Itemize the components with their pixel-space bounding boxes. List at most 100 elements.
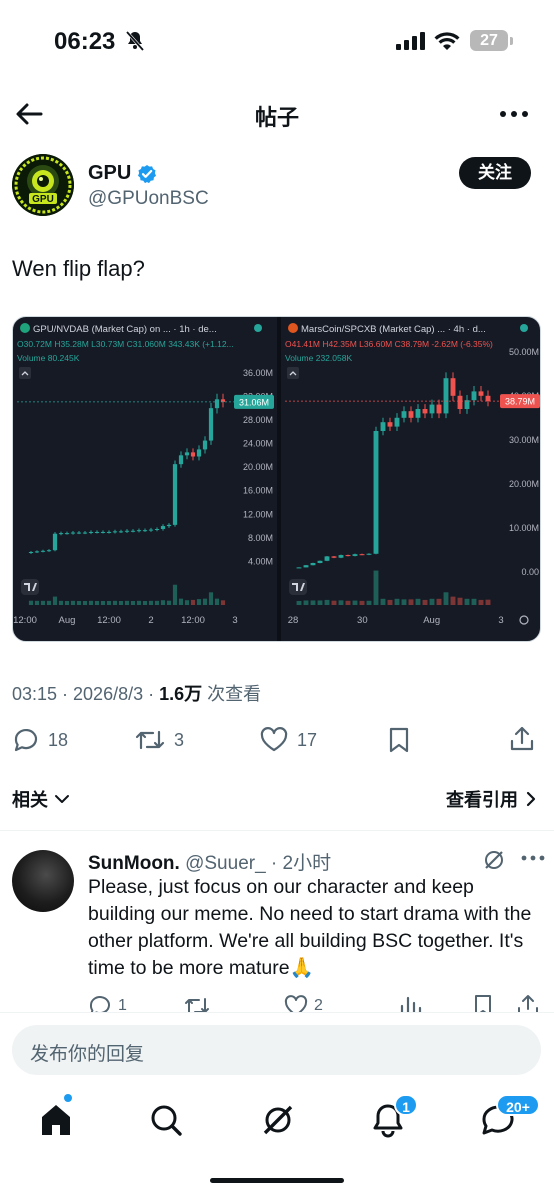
view-quotes-link[interactable]: 查看引用 [446, 786, 536, 812]
messages-badge: 20+ [496, 1094, 540, 1116]
bookmark-icon[interactable] [386, 726, 412, 754]
author-name-row[interactable]: GPU [88, 162, 157, 185]
volume-bar [387, 599, 393, 605]
y-tick-label: 30.00M [509, 435, 539, 445]
volume-bar [443, 592, 449, 605]
reply-composer: 发布你的回复 [0, 1012, 554, 1086]
chart-ohlc: O41.41M H42.35M L36.60M C38.79M -2.62M (… [285, 339, 493, 349]
reply-action[interactable]: 18 [12, 726, 68, 754]
volume-bar [324, 599, 330, 605]
volume-bar [154, 600, 160, 605]
reply-more-icon[interactable] [518, 846, 548, 870]
author-avatar[interactable]: GPU [12, 154, 74, 216]
author-name[interactable]: GPU [88, 162, 131, 185]
candle [208, 408, 214, 441]
repost-action[interactable]: 3 [134, 726, 184, 754]
candle [296, 567, 302, 569]
y-tick-label: 12.00M [243, 509, 273, 519]
y-tick-label: 20.00M [509, 479, 539, 489]
volume-bar [345, 600, 351, 605]
volume-bar [214, 598, 220, 605]
volume-bar [52, 596, 58, 605]
y-tick-label: 8.00M [248, 533, 273, 543]
home-icon[interactable] [36, 1100, 76, 1140]
share-icon[interactable] [508, 725, 536, 753]
volume-bar [160, 600, 166, 605]
search-icon[interactable] [146, 1100, 186, 1140]
collapse-button [19, 367, 31, 379]
candle [345, 555, 351, 557]
status-bar: 06:23 27 [0, 0, 554, 80]
volume-bar [148, 600, 154, 605]
candle [124, 530, 130, 532]
volume-bar [422, 599, 428, 605]
chart-ohlc: O30.72M H35.28M L30.73M C31.060M 343.43K… [17, 339, 234, 349]
volume-bar [34, 600, 40, 605]
candle [471, 391, 477, 401]
candle [443, 378, 449, 414]
volume-bar [485, 599, 491, 605]
heart-icon [260, 727, 288, 752]
view-count: 1.6万 [159, 684, 203, 704]
volume-bar [457, 597, 463, 605]
more-options-icon[interactable] [496, 100, 532, 128]
x-tick-label: 12:00 [97, 615, 121, 626]
candle [324, 556, 330, 561]
candle [338, 555, 344, 558]
candle [310, 563, 316, 566]
like-action[interactable]: 17 [259, 726, 317, 754]
reply-text: Please, just focus on our character and … [88, 876, 532, 979]
author-handle[interactable]: @GPUonBSC [88, 188, 209, 210]
volume-bar [70, 600, 76, 605]
like-count: 17 [297, 729, 318, 750]
follow-button[interactable]: 关注 [459, 157, 531, 189]
volume-bar [436, 598, 442, 605]
candle [184, 452, 190, 456]
reply-header: SunMoon. @Suuer_ · 2小时 [88, 848, 331, 875]
repost-count: 3 [174, 729, 185, 750]
battery-tip [510, 37, 513, 45]
candle [160, 526, 166, 529]
collapse-button [287, 367, 299, 379]
volume-bar [401, 599, 407, 605]
notifications-badge: 1 [394, 1094, 418, 1116]
tweet-media[interactable]: GPU/NVDAB (Market Cap) on ... · 1h · de.… [12, 316, 541, 642]
volume-bar [172, 584, 178, 605]
candle [415, 409, 421, 418]
volume-bar [94, 601, 100, 605]
volume-bar [40, 600, 46, 605]
candle [380, 422, 386, 431]
candle [331, 556, 337, 558]
candle [64, 533, 70, 535]
reply-avatar[interactable] [12, 850, 74, 912]
reply-count: 18 [48, 729, 69, 750]
candle [52, 533, 58, 551]
volume-bar [208, 592, 214, 605]
volume-bar [373, 570, 379, 605]
x-tick-label: 12:00 [13, 615, 37, 626]
chart-live-dot [520, 324, 528, 332]
tweet-timestamp: 03:15 · 2026/8/3 · [12, 684, 160, 704]
volume-bar [408, 599, 414, 605]
candle [352, 554, 358, 556]
candle [303, 565, 309, 568]
candle [112, 531, 118, 533]
candle [118, 531, 124, 533]
volume-bar [46, 600, 52, 605]
candle [142, 530, 148, 532]
candle [40, 550, 46, 552]
related-dropdown[interactable]: 相关 [12, 786, 70, 812]
volume-bar [366, 600, 372, 605]
home-indicator [210, 1178, 344, 1183]
page-title: 帖子 [254, 105, 299, 130]
grok-icon[interactable] [258, 1100, 298, 1140]
grok-icon[interactable] [482, 848, 506, 872]
reply-input[interactable]: 发布你的回复 [12, 1025, 541, 1075]
reply-author-name[interactable]: SunMoon. [88, 853, 180, 874]
candle [82, 532, 88, 534]
volume-bar [359, 600, 365, 605]
y-tick-label: 0.00 [521, 567, 539, 577]
volume-bar [415, 598, 421, 605]
volume-bar [100, 601, 106, 605]
reply-author-handle[interactable]: @Suuer_ [185, 853, 266, 874]
